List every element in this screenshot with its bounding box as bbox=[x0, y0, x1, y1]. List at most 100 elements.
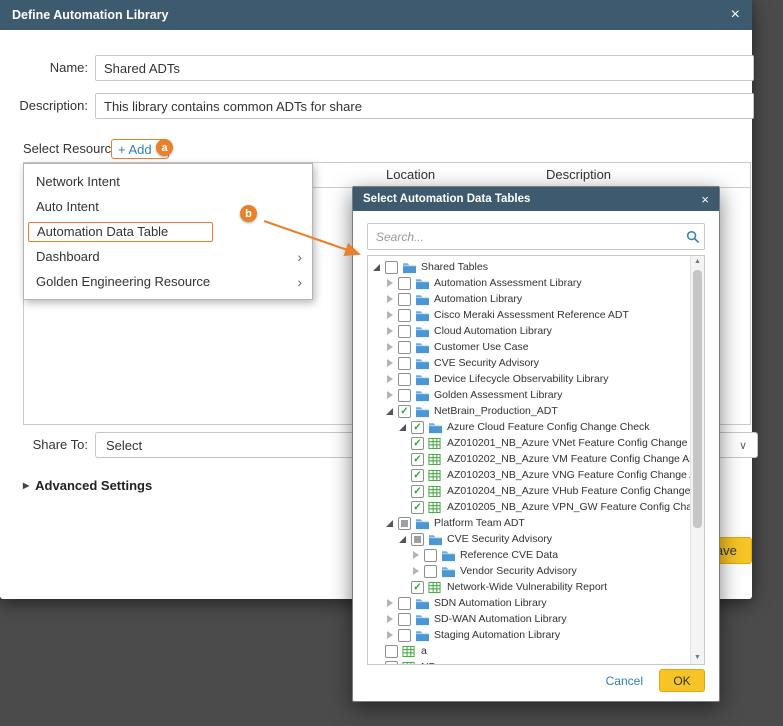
tree-panel: Shared TablesAutomation Assessment Libra… bbox=[367, 255, 705, 665]
description-label: Description: bbox=[0, 93, 88, 119]
ok-button[interactable]: OK bbox=[659, 669, 705, 692]
search-input[interactable] bbox=[368, 230, 682, 244]
collapse-icon[interactable] bbox=[385, 406, 396, 417]
tree-node-label: CVE Security Advisory bbox=[434, 357, 539, 369]
tree-node[interactable]: ✓AZ010204_NB_Azure VHub Feature Config C… bbox=[368, 483, 691, 499]
scrollbar[interactable]: ▲ ▼ bbox=[690, 256, 704, 664]
description-input[interactable] bbox=[95, 93, 754, 119]
checkbox-unchecked[interactable] bbox=[424, 565, 437, 578]
checkbox-indeterminate[interactable] bbox=[411, 533, 424, 546]
checkbox-unchecked[interactable] bbox=[398, 341, 411, 354]
checkbox-unchecked[interactable] bbox=[385, 645, 398, 658]
tree-node-label: SDN Automation Library bbox=[434, 597, 547, 609]
tree-node[interactable]: ✓AZ010201_NB_Azure VNet Feature Config C… bbox=[368, 435, 691, 451]
expand-icon[interactable] bbox=[385, 342, 396, 353]
tree-node[interactable]: SDN Automation Library bbox=[368, 595, 691, 611]
cancel-button[interactable]: Cancel bbox=[606, 674, 643, 688]
checkbox-unchecked[interactable] bbox=[398, 597, 411, 610]
checkbox-checked[interactable]: ✓ bbox=[411, 469, 424, 482]
tree-node[interactable]: a bbox=[368, 643, 691, 659]
checkbox-unchecked[interactable] bbox=[398, 613, 411, 626]
expand-icon[interactable] bbox=[411, 566, 422, 577]
folder-icon bbox=[415, 325, 430, 338]
expand-icon[interactable] bbox=[385, 390, 396, 401]
name-input[interactable] bbox=[95, 55, 754, 81]
folder-icon bbox=[415, 357, 430, 370]
menu-item-network-intent[interactable]: Network Intent bbox=[24, 169, 312, 194]
close-icon[interactable]: × bbox=[731, 7, 740, 23]
advanced-settings-toggle[interactable]: ▶ Advanced Settings bbox=[23, 478, 152, 493]
tree-node[interactable]: Vendor Security Advisory bbox=[368, 563, 691, 579]
menu-item-golden-engineering-resource[interactable]: Golden Engineering Resource› bbox=[24, 269, 312, 294]
tree-node[interactable]: SD-WAN Automation Library bbox=[368, 611, 691, 627]
checkbox-unchecked[interactable] bbox=[385, 261, 398, 274]
tree-node[interactable]: Automation Assessment Library bbox=[368, 275, 691, 291]
tree-node[interactable]: Reference CVE Data bbox=[368, 547, 691, 563]
menu-item-automation-data-table[interactable]: Automation Data Table bbox=[24, 219, 312, 244]
checkbox-unchecked[interactable] bbox=[398, 293, 411, 306]
collapse-icon[interactable] bbox=[372, 262, 383, 273]
tree-node-label: Automation Library bbox=[434, 293, 522, 305]
expand-icon[interactable] bbox=[385, 326, 396, 337]
tree-node[interactable]: Cisco Meraki Assessment Reference ADT bbox=[368, 307, 691, 323]
menu-item-auto-intent[interactable]: Auto Intent bbox=[24, 194, 312, 219]
share-to-value: Select bbox=[106, 438, 142, 453]
table-icon bbox=[428, 437, 443, 450]
column-header-description: Description bbox=[546, 163, 611, 187]
menu-item-dashboard[interactable]: Dashboard› bbox=[24, 244, 312, 269]
tree-node[interactable]: CVE Security Advisory bbox=[368, 531, 691, 547]
checkbox-unchecked[interactable] bbox=[398, 629, 411, 642]
expand-icon[interactable] bbox=[385, 278, 396, 289]
tree-node-label: Azure Cloud Feature Config Change Check bbox=[447, 421, 650, 433]
scroll-up-icon[interactable]: ▲ bbox=[691, 256, 704, 268]
expand-icon[interactable] bbox=[411, 550, 422, 561]
expand-icon[interactable] bbox=[385, 374, 396, 385]
expand-icon[interactable] bbox=[385, 358, 396, 369]
checkbox-checked[interactable]: ✓ bbox=[398, 405, 411, 418]
tree-node[interactable]: Customer Use Case bbox=[368, 339, 691, 355]
collapse-icon[interactable] bbox=[398, 534, 409, 545]
tree-node[interactable]: CVE Security Advisory bbox=[368, 355, 691, 371]
checkbox-unchecked[interactable] bbox=[398, 325, 411, 338]
checkbox-checked[interactable]: ✓ bbox=[411, 437, 424, 450]
tree-node[interactable]: ✓AZ010203_NB_Azure VNG Feature Config Ch… bbox=[368, 467, 691, 483]
collapse-icon[interactable] bbox=[398, 422, 409, 433]
tree-node[interactable]: ✓NetBrain_Production_ADT bbox=[368, 403, 691, 419]
tree-node[interactable]: Automation Library bbox=[368, 291, 691, 307]
checkbox-unchecked[interactable] bbox=[398, 277, 411, 290]
expand-icon[interactable] bbox=[385, 294, 396, 305]
tree-node[interactable]: ✓AZ010202_NB_Azure VM Feature Config Cha… bbox=[368, 451, 691, 467]
tree-node[interactable]: Platform Team ADT bbox=[368, 515, 691, 531]
scrollbar-thumb[interactable] bbox=[693, 270, 702, 528]
checkbox-unchecked[interactable] bbox=[385, 661, 398, 666]
tree-node[interactable]: ✓ Azure Cloud Feature Config Change Check bbox=[368, 419, 691, 435]
checkbox-unchecked[interactable] bbox=[398, 373, 411, 386]
checkbox-checked[interactable]: ✓ bbox=[411, 485, 424, 498]
tree-node[interactable]: Golden Assessment Library bbox=[368, 387, 691, 403]
tree-node[interactable]: Staging Automation Library bbox=[368, 627, 691, 643]
checkbox-unchecked[interactable] bbox=[424, 549, 437, 562]
checkbox-checked[interactable]: ✓ bbox=[411, 421, 424, 434]
tree-node[interactable]: ✓Network-Wide Vulnerability Report bbox=[368, 579, 691, 595]
checkbox-unchecked[interactable] bbox=[398, 389, 411, 402]
tree-node[interactable]: Shared Tables bbox=[368, 259, 691, 275]
tree-node[interactable]: NB... bbox=[368, 659, 691, 665]
checkbox-indeterminate[interactable] bbox=[398, 517, 411, 530]
expand-icon[interactable] bbox=[385, 630, 396, 641]
advanced-settings-label: Advanced Settings bbox=[35, 478, 152, 493]
tree-node[interactable]: Cloud Automation Library bbox=[368, 323, 691, 339]
scroll-down-icon[interactable]: ▼ bbox=[691, 652, 704, 664]
collapse-icon[interactable] bbox=[385, 518, 396, 529]
checkbox-unchecked[interactable] bbox=[398, 309, 411, 322]
checkbox-checked[interactable]: ✓ bbox=[411, 501, 424, 514]
close-icon[interactable]: × bbox=[701, 193, 709, 206]
expand-icon[interactable] bbox=[385, 598, 396, 609]
expand-icon[interactable] bbox=[385, 310, 396, 321]
tree-node[interactable]: ✓AZ010205_NB_Azure VPN_GW Feature Config… bbox=[368, 499, 691, 515]
checkbox-unchecked[interactable] bbox=[398, 357, 411, 370]
search-icon[interactable] bbox=[682, 230, 704, 244]
checkbox-checked[interactable]: ✓ bbox=[411, 581, 424, 594]
tree-node[interactable]: Device Lifecycle Observability Library bbox=[368, 371, 691, 387]
expand-icon[interactable] bbox=[385, 614, 396, 625]
checkbox-checked[interactable]: ✓ bbox=[411, 453, 424, 466]
